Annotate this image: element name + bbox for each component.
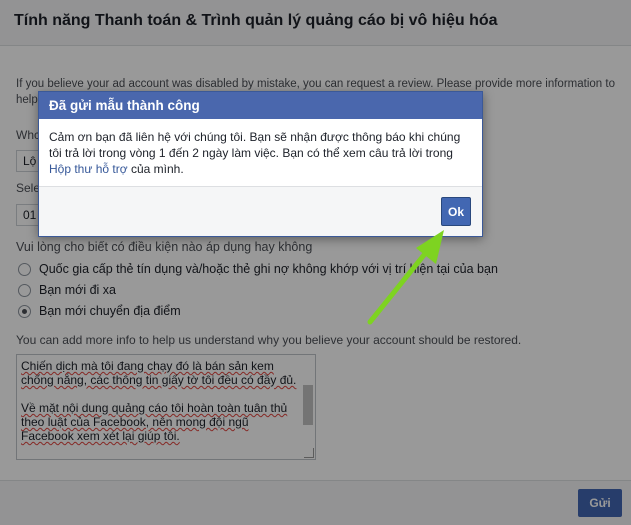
support-inbox-link[interactable]: Hộp thư hỗ trợ	[49, 162, 128, 176]
dialog-title: Đã gửi mẫu thành công	[39, 92, 482, 119]
success-dialog: Đã gửi mẫu thành công Cảm ơn bạn đã liên…	[38, 91, 483, 237]
dialog-message-suffix: của mình.	[130, 162, 184, 176]
modal-overlay	[0, 0, 631, 525]
dialog-message: Cảm ơn bạn đã liên hệ với chúng tôi. Bạn…	[49, 130, 461, 160]
dialog-body: Cảm ơn bạn đã liên hệ với chúng tôi. Bạn…	[39, 119, 482, 187]
pointer-arrow-icon	[367, 230, 444, 325]
